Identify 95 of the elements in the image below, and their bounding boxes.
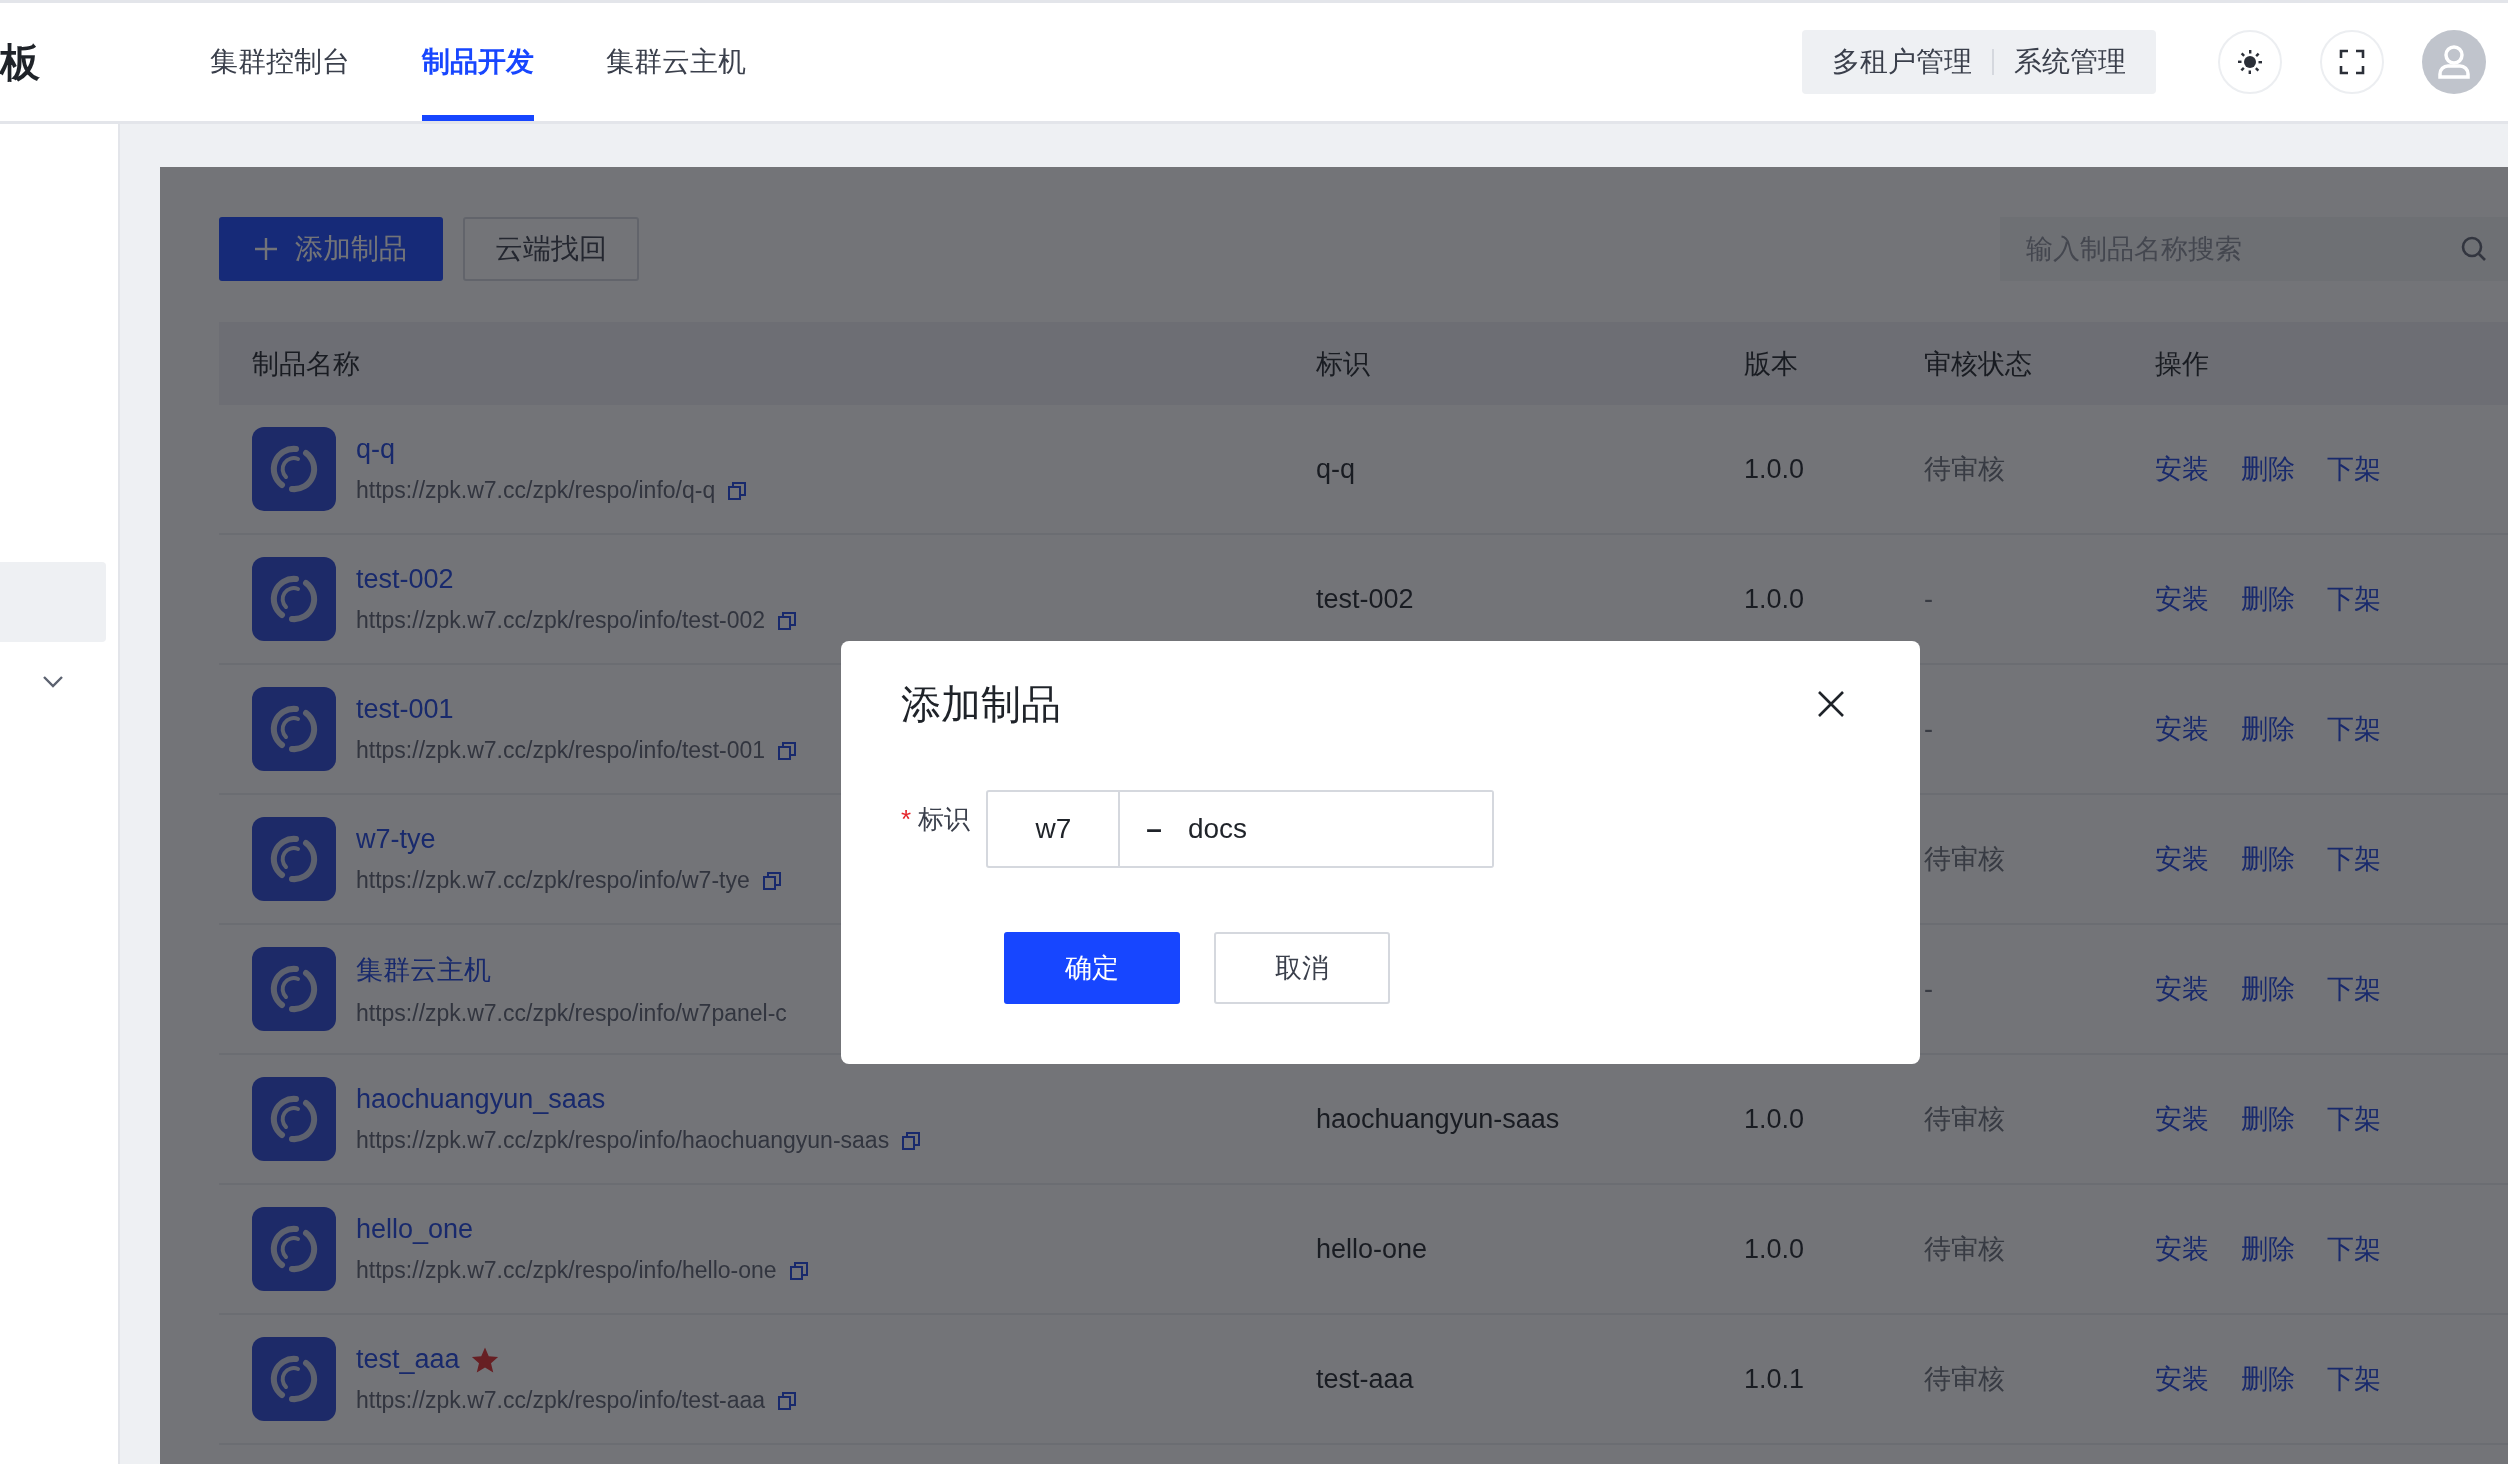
product-url: https://zpk.w7.cc/zpk/respo/info/q-q [356, 477, 716, 504]
product-url: https://zpk.w7.cc/zpk/respo/info/haochuangyun-saas [356, 1127, 890, 1154]
action-link[interactable]: 下架 [2327, 1361, 2381, 1397]
action-link[interactable]: 删除 [2241, 581, 2295, 617]
product-logo-icon [252, 817, 336, 901]
product-name-link[interactable]: q-q [356, 434, 396, 465]
product-url: https://zpk.w7.cc/zpk/respo/info/test-aaa [356, 1387, 766, 1414]
version-text: 1.0.1 [1744, 1363, 1805, 1394]
dialog-title: 添加制品 [901, 681, 1061, 728]
product-url: https://zpk.w7.cc/zpk/respo/info/hello-one [356, 1257, 777, 1284]
product-name-link[interactable]: haochuangyun_saas [356, 1084, 606, 1115]
product-logo-icon [252, 557, 336, 641]
action-link[interactable]: 删除 [2241, 841, 2295, 877]
action-link[interactable]: 下架 [2327, 971, 2381, 1007]
copy-icon[interactable] [788, 1260, 809, 1281]
action-link[interactable]: 删除 [2241, 1361, 2295, 1397]
sun-icon [2237, 49, 2263, 75]
review-status: 待审核 [1924, 1234, 2005, 1264]
field-label: * 标识 [901, 803, 971, 836]
product-name-link[interactable]: hello_one [356, 1214, 474, 1245]
nav-tab[interactable]: 集群云主机 [606, 3, 746, 121]
action-link[interactable]: 安装 [2155, 1101, 2209, 1137]
add-product-button[interactable]: 添加制品 [219, 217, 443, 281]
product-logo-icon [252, 1337, 336, 1421]
copy-icon[interactable] [777, 740, 798, 761]
action-link[interactable]: 下架 [2327, 1101, 2381, 1137]
action-link[interactable]: 安装 [2155, 1231, 2209, 1267]
action-link[interactable]: 下架 [2327, 451, 2381, 487]
copy-icon[interactable] [727, 480, 748, 501]
fullscreen-icon [2339, 49, 2365, 75]
action-link[interactable]: 下架 [2327, 711, 2381, 747]
action-link[interactable]: 删除 [2241, 711, 2295, 747]
product-name-link[interactable]: test-002 [356, 564, 454, 595]
copy-icon[interactable] [777, 1390, 798, 1411]
action-link[interactable]: 删除 [2241, 451, 2295, 487]
identifier-text: q-q [1316, 453, 1356, 484]
action-link[interactable]: 删除 [2241, 971, 2295, 1007]
action-link[interactable]: 下架 [2327, 841, 2381, 877]
product-url: https://zpk.w7.cc/zpk/respo/info/w7-tye [356, 867, 750, 894]
version-text: 1.0.0 [1744, 583, 1805, 614]
review-status: - [1924, 583, 1933, 614]
product-name-link[interactable]: test_aaa [356, 1344, 460, 1375]
product-logo-icon [252, 1077, 336, 1161]
nav-tab[interactable]: 集群控制台 [210, 3, 350, 121]
column-header: 版本 [1744, 347, 1799, 381]
version-text: 1.0.0 [1744, 1103, 1805, 1134]
nav-tab[interactable]: 制品开发 [422, 3, 534, 121]
column-header: 审核状态 [1924, 347, 2033, 381]
identifier-input[interactable]: w7 – docs [986, 790, 1495, 868]
action-link[interactable]: 安装 [2155, 711, 2209, 747]
copy-icon[interactable] [901, 1130, 922, 1151]
action-link[interactable]: 删除 [2241, 1101, 2295, 1137]
action-link[interactable]: 下架 [2327, 1231, 2381, 1267]
action-link[interactable]: 下架 [2327, 581, 2381, 617]
product-name-link[interactable]: w7-tye [356, 824, 436, 855]
review-status: 待审核 [1924, 1104, 2005, 1134]
admin-link[interactable]: 系统管理 [1994, 43, 2146, 81]
plus-icon [255, 238, 277, 260]
copy-icon[interactable] [777, 610, 798, 631]
review-status: - [1924, 973, 1933, 1004]
product-url: https://zpk.w7.cc/zpk/respo/info/test-002 [356, 607, 766, 634]
identifier-text: test-aaa [1316, 1363, 1414, 1394]
product-logo-icon [252, 1207, 336, 1291]
version-text: 1.0.0 [1744, 1233, 1805, 1264]
review-status: 待审核 [1924, 454, 2005, 484]
identifier-text: haochuangyun-saas [1316, 1103, 1560, 1134]
review-status: 待审核 [1924, 1364, 2005, 1394]
confirm-button[interactable]: 确定 [1004, 932, 1180, 1004]
action-link[interactable]: 安装 [2155, 841, 2209, 877]
product-logo-icon [252, 687, 336, 771]
action-link[interactable]: 安装 [2155, 451, 2209, 487]
product-url: https://zpk.w7.cc/zpk/respo/info/test-001 [356, 737, 766, 764]
action-link[interactable]: 删除 [2241, 1231, 2295, 1267]
column-header: 标识 [1316, 347, 1371, 381]
identifier-text: hello-one [1316, 1233, 1428, 1264]
close-icon [1816, 688, 1846, 719]
copy-icon[interactable] [761, 870, 782, 891]
cloud-recover-button[interactable]: 云端找回 [463, 217, 639, 281]
product-url: https://zpk.w7.cc/zpk/respo/info/w7panel-c [356, 999, 787, 1027]
identifier-text: test-002 [1316, 583, 1414, 614]
action-link[interactable]: 安装 [2155, 1361, 2209, 1397]
action-link[interactable]: 安装 [2155, 971, 2209, 1007]
column-header: 操作 [2155, 347, 2210, 381]
admin-link[interactable]: 多租户管理 [1812, 43, 1992, 81]
cancel-button[interactable]: 取消 [1214, 932, 1390, 1004]
product-logo-icon [252, 947, 336, 1031]
search-icon [2460, 235, 2488, 263]
product-name-link[interactable]: 集群云主机 [356, 951, 491, 988]
product-name-link[interactable]: test-001 [356, 694, 454, 725]
version-text: 1.0.0 [1744, 453, 1805, 484]
review-status: 待审核 [1924, 844, 2005, 874]
action-link[interactable]: 安装 [2155, 581, 2209, 617]
product-logo-icon [252, 427, 336, 511]
review-status: - [1924, 713, 1933, 744]
column-header: 制品名称 [251, 347, 361, 381]
